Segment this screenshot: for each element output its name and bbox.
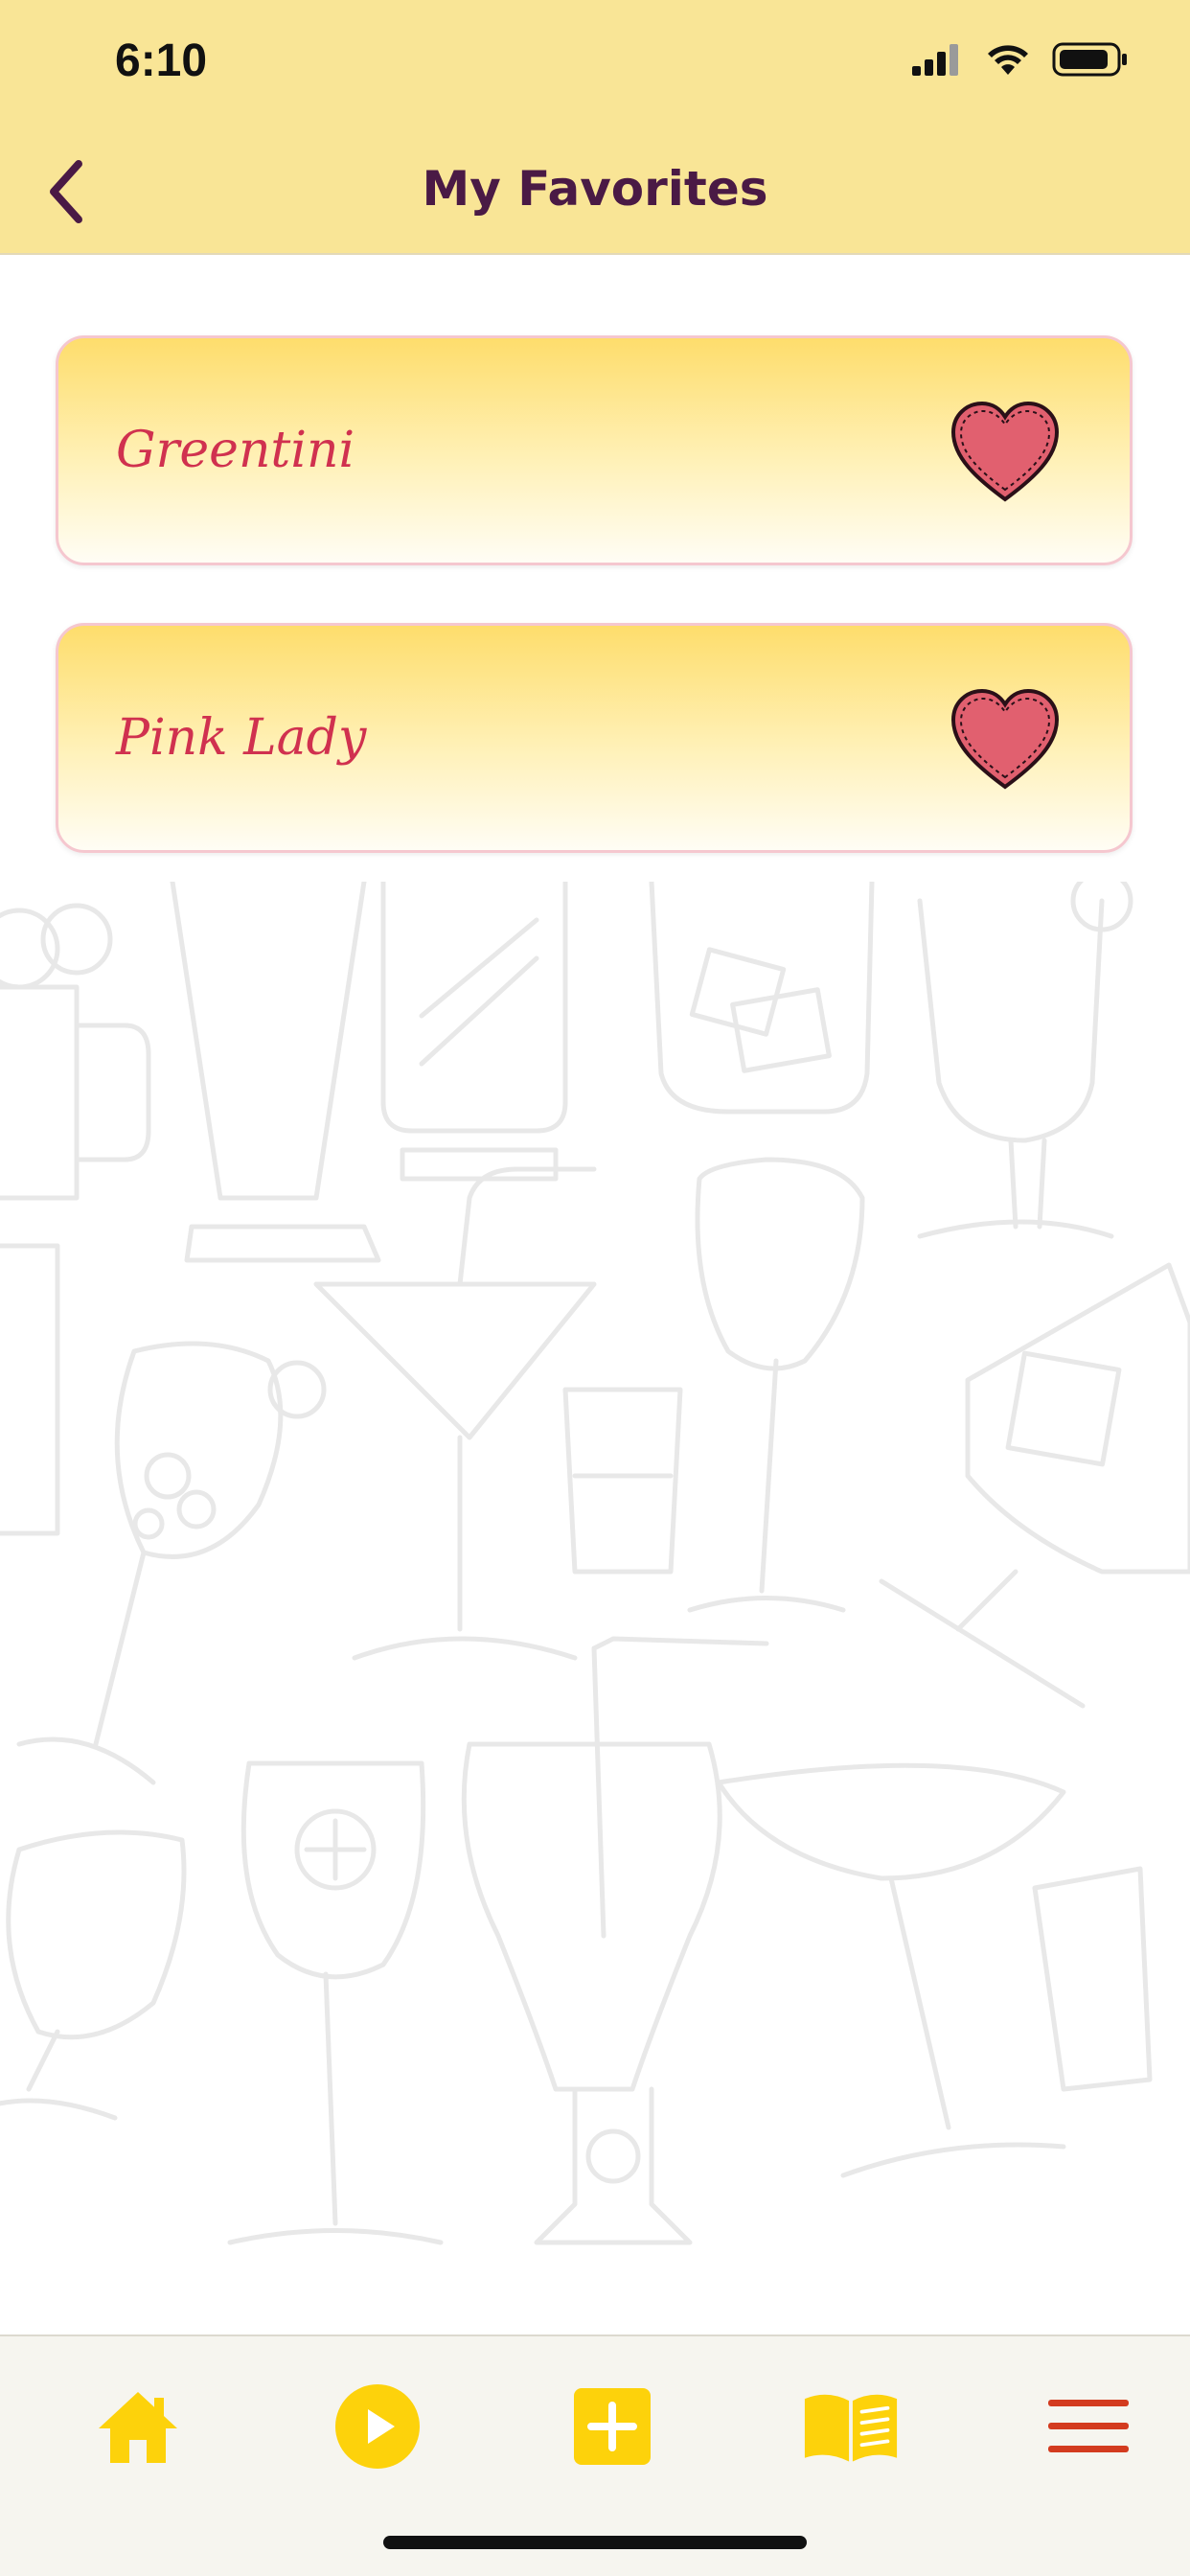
tab-play[interactable] — [330, 2379, 425, 2474]
status-icons — [910, 42, 1129, 77]
favorite-card-greentini[interactable]: Greentini — [56, 335, 1133, 565]
header-bar: 6:10 My Favorites — [0, 0, 1190, 255]
play-icon — [335, 2384, 420, 2469]
favorite-card-pink-lady[interactable]: Pink Lady — [56, 623, 1133, 853]
tab-menu[interactable] — [1041, 2379, 1136, 2474]
plus-icon — [574, 2388, 651, 2465]
tab-add[interactable] — [564, 2379, 660, 2474]
favorites-screen: 6:10 My Favorites Greentini Pink Lady — [0, 0, 1190, 2576]
tab-book[interactable] — [803, 2379, 899, 2474]
favorite-card-label: Greentini — [116, 422, 355, 479]
status-time: 6:10 — [115, 35, 208, 86]
home-icon — [99, 2392, 177, 2463]
home-indicator[interactable] — [383, 2536, 807, 2549]
cellular-signal-icon — [912, 44, 958, 76]
page-title: My Favorites — [422, 161, 768, 217]
favorite-card-label: Pink Lady — [116, 709, 367, 767]
wifi-icon — [988, 45, 1028, 75]
tab-home[interactable] — [90, 2379, 186, 2474]
book-icon — [804, 2394, 898, 2462]
heart-icon[interactable] — [948, 400, 1063, 505]
hamburger-menu-icon — [1048, 2400, 1129, 2452]
battery-icon — [1052, 42, 1127, 77]
cocktail-doodle-background — [0, 882, 1190, 2245]
heart-icon[interactable] — [948, 687, 1063, 793]
